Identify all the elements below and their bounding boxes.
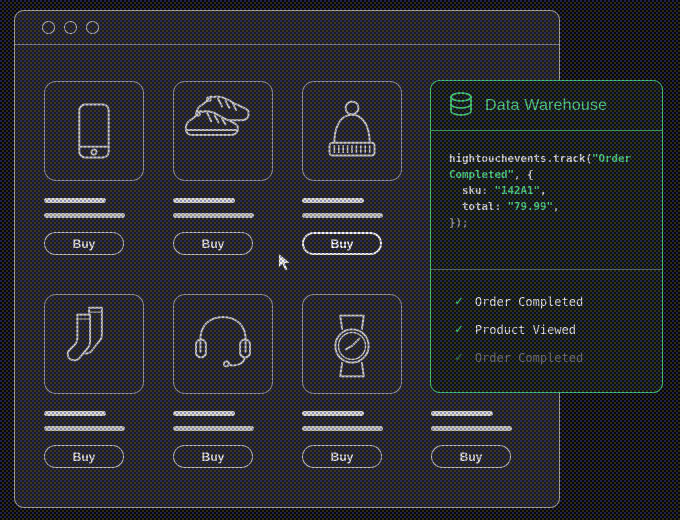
panel-title: Data Warehouse bbox=[485, 97, 607, 115]
code-line: Completed", { bbox=[449, 167, 644, 183]
skeleton-text-line bbox=[44, 426, 125, 431]
phone-icon bbox=[45, 82, 143, 180]
code-token: "Order bbox=[592, 152, 631, 165]
product-card[interactable] bbox=[302, 81, 402, 181]
window-control-dot[interactable] bbox=[86, 21, 99, 34]
product-card[interactable] bbox=[173, 294, 273, 394]
buy-button[interactable]: Buy bbox=[173, 445, 253, 468]
skeleton-text-line bbox=[44, 213, 125, 218]
code-token: Completed" bbox=[449, 168, 514, 181]
product-card[interactable] bbox=[44, 294, 144, 394]
code-token: , { bbox=[514, 168, 534, 181]
product-cell: Buy bbox=[302, 81, 402, 255]
code-token: "79.99" bbox=[508, 200, 554, 213]
checkmark-icon: ✓ bbox=[455, 294, 463, 309]
skeleton-text-line bbox=[173, 198, 235, 203]
buy-button[interactable]: Buy bbox=[173, 232, 253, 255]
product-cell: Buy bbox=[302, 294, 402, 468]
code-token: hightouchevents.track( bbox=[449, 152, 592, 165]
code-line: total: "79.99", bbox=[449, 199, 644, 215]
browser-titlebar bbox=[15, 11, 559, 45]
window-control-dot[interactable] bbox=[64, 21, 77, 34]
skeleton-text-line bbox=[302, 411, 364, 416]
product-cell: Buy bbox=[44, 81, 144, 255]
skeleton-text-line bbox=[173, 411, 235, 416]
buy-button[interactable]: Buy bbox=[44, 445, 124, 468]
skeleton-text-line bbox=[302, 213, 383, 218]
data-warehouse-panel: Data Warehouse hightouchevents.track("Or… bbox=[430, 80, 663, 393]
skeleton-text-line bbox=[44, 198, 106, 203]
code-token: sku: bbox=[449, 184, 495, 197]
database-icon bbox=[449, 92, 473, 120]
product-card[interactable] bbox=[173, 81, 273, 181]
buy-button[interactable]: Buy bbox=[44, 232, 124, 255]
sneaker-icon bbox=[174, 82, 272, 180]
beanie-icon bbox=[303, 82, 401, 180]
product-cell: Buy bbox=[173, 294, 273, 468]
code-token: total: bbox=[449, 200, 508, 213]
skeleton-text-line bbox=[173, 213, 254, 218]
checkmark-icon: ✓ bbox=[455, 350, 463, 365]
code-token: , bbox=[553, 200, 560, 213]
event-row: ✓ Product Viewed bbox=[455, 322, 644, 337]
event-label: Product Viewed bbox=[475, 323, 576, 337]
skeleton-text-line bbox=[431, 426, 512, 431]
event-checklist: ✓ Order Completed ✓ Product Viewed ✓ Order Co… bbox=[431, 269, 662, 365]
data-warehouse-header: Data Warehouse bbox=[431, 81, 662, 131]
event-row: ✓ Order Completed bbox=[455, 294, 644, 309]
product-cell: Buy bbox=[173, 81, 273, 255]
skeleton-text-line bbox=[431, 411, 493, 416]
code-line: hightouchevents.track("Order bbox=[449, 151, 644, 167]
code-line: sku: "142A1", bbox=[449, 183, 644, 199]
skeleton-text-line bbox=[44, 411, 106, 416]
skeleton-text-line bbox=[173, 426, 254, 431]
skeleton-text-line bbox=[302, 426, 383, 431]
product-card[interactable] bbox=[44, 81, 144, 181]
event-row: ✓ Order Completed bbox=[455, 350, 644, 365]
code-line: }); bbox=[449, 215, 644, 231]
code-token: "142A1" bbox=[495, 184, 541, 197]
product-cell: Buy bbox=[44, 294, 144, 468]
skeleton-text-line bbox=[302, 198, 364, 203]
buy-button[interactable]: Buy bbox=[302, 445, 382, 468]
socks-icon bbox=[45, 295, 143, 393]
watch-icon bbox=[303, 295, 401, 393]
illustration-stage: Buy Buy Buy Buy Buy Buy Buy Data Warehouse hig… bbox=[0, 0, 680, 520]
window-control-dot[interactable] bbox=[42, 21, 55, 34]
checkmark-icon: ✓ bbox=[455, 322, 463, 337]
mouse-cursor-icon bbox=[277, 252, 294, 273]
event-label: Order Completed bbox=[475, 295, 583, 309]
buy-button[interactable]: Buy bbox=[302, 232, 382, 255]
tracking-code-snippet: hightouchevents.track("OrderCompleted", … bbox=[431, 131, 662, 269]
code-token: }); bbox=[449, 216, 469, 229]
product-card[interactable] bbox=[302, 294, 402, 394]
headphones-icon bbox=[174, 295, 272, 393]
event-label: Order Completed bbox=[475, 351, 583, 365]
code-token: , bbox=[540, 184, 547, 197]
buy-button[interactable]: Buy bbox=[431, 445, 511, 468]
